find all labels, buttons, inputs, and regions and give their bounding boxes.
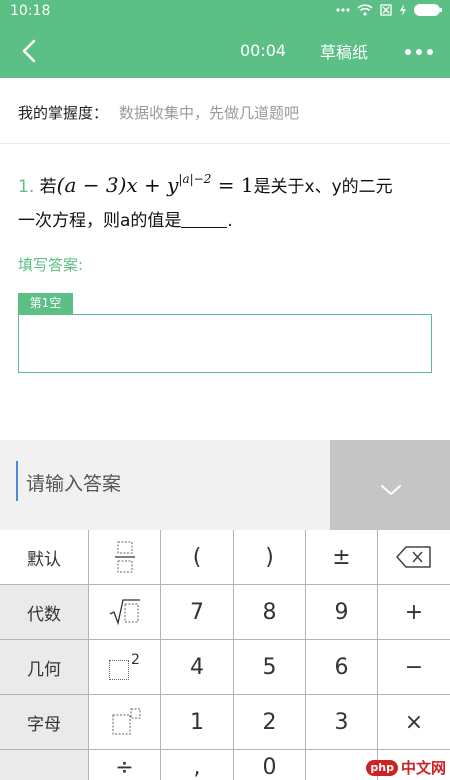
watermark-text: 中文网	[400, 759, 446, 777]
key-divide[interactable]: ÷	[89, 750, 160, 780]
fraction-icon	[114, 541, 135, 573]
back-arrow-icon	[22, 39, 36, 63]
key-7[interactable]: 7	[161, 585, 233, 639]
key-6[interactable]: 6	[306, 640, 377, 694]
key-right-paren[interactable]: )	[234, 530, 305, 584]
status-bar: 10:18	[0, 0, 450, 24]
key-fraction[interactable]	[89, 530, 160, 584]
question-line2: 一次方程，则a的值是	[18, 211, 182, 231]
key-4[interactable]: 4	[161, 640, 233, 694]
mastery-label: 我的掌握度：	[18, 104, 109, 122]
answer-label: 填写答案:	[18, 256, 84, 274]
key-square[interactable]: 2	[89, 640, 160, 694]
question-text: 1. 若(a − 3)x + y|a|−2 = 1是关于x、y的二元 一次方程，…	[18, 162, 438, 238]
answer-input-box[interactable]	[18, 314, 432, 373]
chevron-down-icon	[381, 485, 401, 495]
key-2[interactable]: 2	[234, 695, 305, 749]
key-plus[interactable]: +	[378, 585, 450, 639]
key-left-paren[interactable]: (	[161, 530, 233, 584]
sqrt-icon	[109, 599, 140, 626]
no-sim-icon	[380, 4, 392, 16]
key-minus[interactable]: −	[378, 640, 450, 694]
answer-input-field[interactable]: 请输入答案	[0, 440, 330, 530]
placeholder-box-icon	[109, 660, 130, 680]
key-row5-left[interactable]	[0, 750, 88, 780]
equation-left: (a − 3)x + y	[56, 173, 179, 197]
collapse-keyboard-button[interactable]	[330, 440, 450, 530]
math-keyboard: 默认 ( ) ± 代数 7 8 9 + 几何 2 4 5 6 − 字母 1 2 …	[0, 530, 450, 780]
watermark-logo: php	[366, 759, 398, 776]
square-exponent: 2	[131, 652, 140, 668]
backspace-icon	[396, 546, 431, 568]
wifi-icon	[357, 4, 373, 16]
key-plus-minus[interactable]: ±	[306, 530, 377, 584]
equation-exponent: |a|−2	[178, 172, 212, 186]
blank-tag: 第1空	[18, 293, 73, 314]
app-bar: 00:04 草稿纸	[0, 24, 450, 78]
answer-blank	[181, 210, 228, 228]
key-0[interactable]: 0	[234, 750, 305, 780]
status-time: 10:18	[10, 3, 51, 19]
more-dots-icon	[336, 8, 350, 12]
elapsed-timer: 00:04	[240, 41, 287, 60]
mastery-value: 数据收集中，先做几道题吧	[119, 104, 300, 122]
key-letters[interactable]: 字母	[0, 695, 88, 749]
input-placeholder: 请输入答案	[26, 473, 122, 495]
key-comma[interactable]: ,	[161, 750, 233, 780]
question-after-equation: 是关于x、y的二元	[253, 177, 393, 197]
key-algebra[interactable]: 代数	[0, 585, 88, 639]
question-end: .	[227, 211, 233, 231]
key-sqrt[interactable]	[89, 585, 160, 639]
key-9[interactable]: 9	[306, 585, 377, 639]
back-button[interactable]	[14, 34, 48, 68]
question-equation: (a − 3)x + y|a|−2 = 1	[56, 172, 254, 197]
key-default[interactable]: 默认	[0, 530, 88, 584]
status-icons	[336, 4, 442, 16]
battery-icon	[414, 4, 442, 16]
charging-icon	[400, 4, 406, 16]
key-1[interactable]: 1	[161, 695, 233, 749]
key-backspace[interactable]	[378, 530, 450, 584]
key-5[interactable]: 5	[234, 640, 305, 694]
key-times[interactable]: ×	[378, 695, 450, 749]
equation-right: = 1	[211, 173, 254, 197]
question-prefix: 若	[39, 177, 57, 197]
key-geometry[interactable]: 几何	[0, 640, 88, 694]
key-8[interactable]: 8	[234, 585, 305, 639]
site-watermark: php 中文网	[366, 757, 446, 778]
more-options-button[interactable]	[402, 42, 436, 62]
more-dots-icon	[405, 49, 433, 55]
question-number: 1.	[18, 177, 35, 197]
text-cursor	[16, 461, 18, 501]
power-icon	[112, 708, 140, 735]
mastery-row: 我的掌握度： 数据收集中，先做几道题吧	[0, 78, 450, 144]
key-3[interactable]: 3	[306, 695, 377, 749]
key-power[interactable]	[89, 695, 160, 749]
draft-paper-button[interactable]: 草稿纸	[320, 39, 368, 63]
